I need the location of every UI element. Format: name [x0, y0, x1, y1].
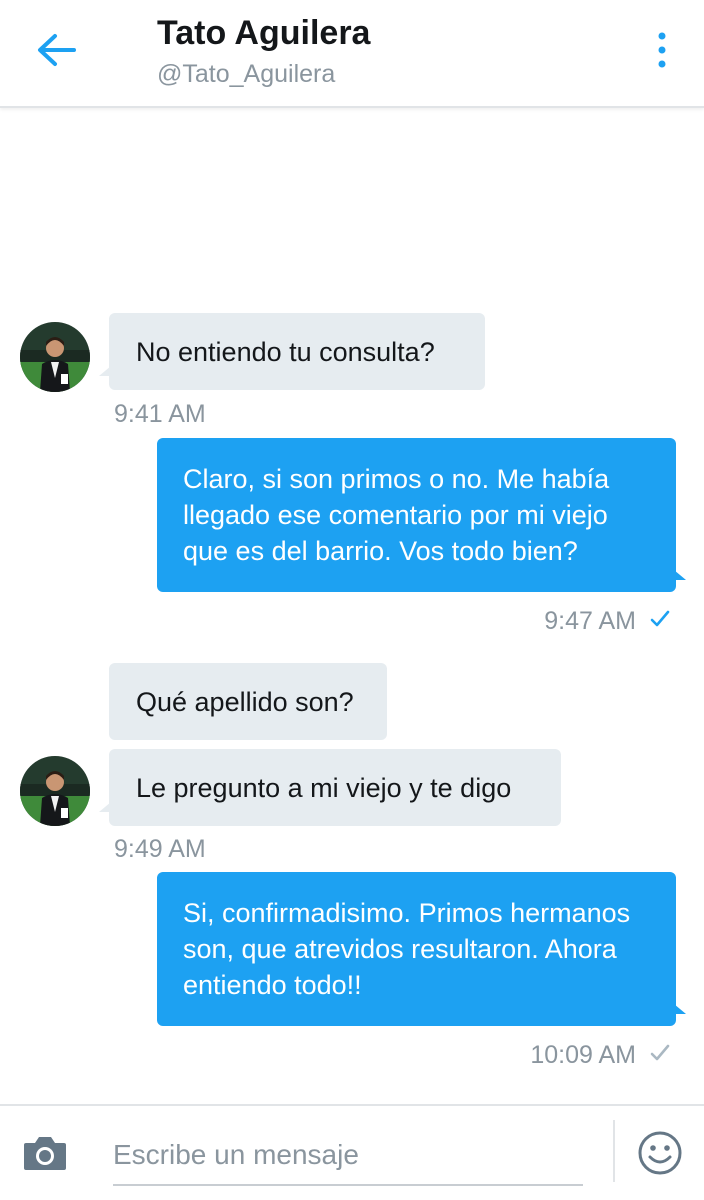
composer-divider: [613, 1120, 615, 1182]
message-text: Claro, si son primos o no. Me había lleg…: [183, 464, 610, 566]
check-icon: [650, 1044, 670, 1067]
message-timestamp: 9:47 AM: [544, 606, 636, 635]
more-options-button[interactable]: [640, 28, 684, 76]
contact-name[interactable]: Tato Aguilera: [157, 14, 370, 53]
arrow-left-icon: [36, 33, 76, 72]
message-bubble-outgoing[interactable]: Si, confirmadisimo. Primos hermanos son,…: [157, 872, 686, 1026]
camera-button[interactable]: [18, 1128, 72, 1182]
contact-avatar[interactable]: [20, 322, 90, 392]
camera-icon: [22, 1134, 68, 1177]
message-composer: [0, 1104, 704, 1200]
emoji-icon: [637, 1130, 683, 1181]
check-icon: [650, 610, 670, 633]
message-text: Si, confirmadisimo. Primos hermanos son,…: [183, 898, 631, 1000]
back-button[interactable]: [30, 26, 82, 78]
message-status-row: 10:09 AM: [420, 1037, 670, 1073]
message-text: Le pregunto a mi viejo y te digo: [136, 772, 512, 803]
contact-handle: @Tato_Aguilera: [157, 60, 336, 88]
message-bubble-incoming[interactable]: No entiendo tu consulta?: [99, 313, 485, 390]
message-timestamp: 10:09 AM: [530, 1040, 636, 1069]
message-status-row: 9:47 AM: [420, 603, 670, 639]
message-text: Qué apellido son?: [136, 686, 354, 717]
message-input[interactable]: [113, 1126, 583, 1186]
emoji-button[interactable]: [636, 1131, 684, 1179]
message-timestamp: 9:41 AM: [114, 400, 206, 428]
contact-avatar[interactable]: [20, 756, 90, 826]
message-bubble-incoming[interactable]: Qué apellido son?: [109, 663, 387, 740]
more-vertical-icon: [657, 32, 667, 73]
message-bubble-incoming[interactable]: Le pregunto a mi viejo y te digo: [99, 749, 561, 826]
message-text: No entiendo tu consulta?: [136, 336, 435, 367]
conversation-header: Tato Aguilera @Tato_Aguilera: [0, 0, 704, 108]
message-bubble-outgoing[interactable]: Claro, si son primos o no. Me había lleg…: [157, 438, 686, 592]
message-timestamp: 9:49 AM: [114, 835, 206, 863]
